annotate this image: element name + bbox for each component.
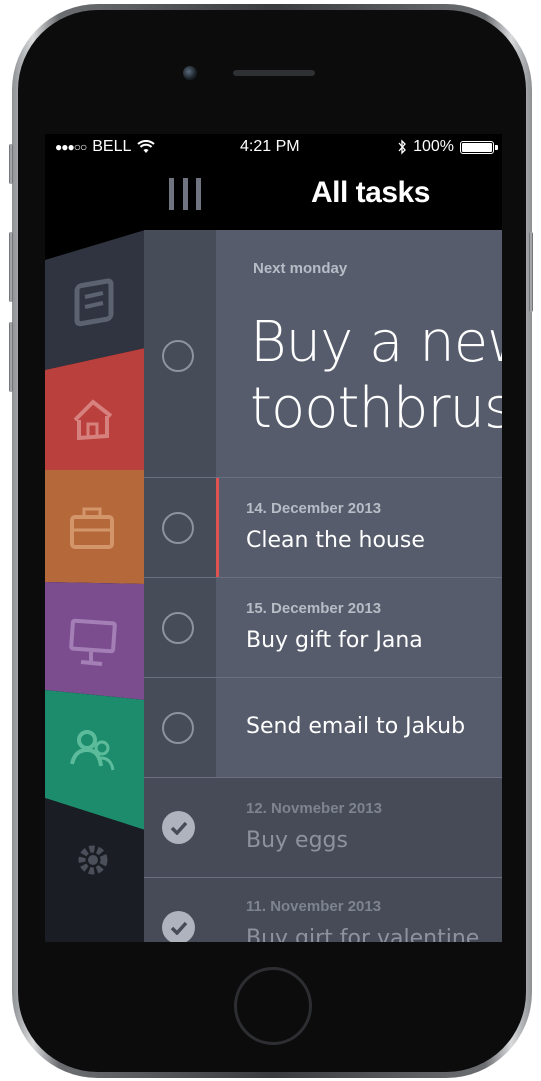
task-date: Next monday [253, 260, 348, 277]
volume-up-button [9, 232, 13, 302]
task-title: Buy gift for Jana [246, 628, 423, 653]
sidebar-item-computer[interactable] [45, 582, 145, 700]
home-button[interactable] [234, 967, 312, 1045]
task-title: Buy girt for valentine [246, 926, 480, 942]
task-content: Send email to Jakub [216, 678, 502, 778]
task-date: 12. Novmeber 2013 [246, 800, 382, 817]
earpiece-speaker [233, 70, 315, 76]
task-title-line-2: toothbrush [250, 376, 502, 441]
task-row-completed[interactable]: 11. November 2013 Buy girt for valentine [144, 878, 502, 942]
battery-icon [460, 140, 498, 154]
carrier-name: BELL [92, 138, 132, 155]
task-check-column [144, 578, 216, 678]
task-date: 11. November 2013 [246, 898, 382, 915]
task-list: Next monday Buy a new toothbrush 14. Dec… [144, 230, 502, 942]
mute-switch [9, 144, 13, 184]
volume-down-button [9, 322, 13, 392]
task-check-column [144, 478, 216, 578]
checkbox-unchecked-icon[interactable] [162, 512, 194, 544]
wifi-icon [137, 140, 156, 153]
checkbox-unchecked-icon[interactable] [162, 712, 194, 744]
task-title: Send email to Jakub [246, 714, 466, 739]
task-row[interactable]: 15. December 2013 Buy gift for Jana [144, 578, 502, 678]
task-content: 14. December 2013 Clean the house [216, 478, 502, 578]
battery-percent: 100% [413, 138, 454, 155]
checkmark-icon[interactable] [162, 911, 195, 942]
sidebar-item-notes[interactable] [45, 230, 145, 370]
task-check-column [144, 230, 216, 478]
nav-bar: All tasks [45, 160, 502, 230]
task-content: Next monday Buy a new toothbrush [216, 230, 502, 478]
power-button [529, 232, 533, 312]
task-content: 15. December 2013 Buy gift for Jana [216, 578, 502, 678]
task-title-featured: Buy a new toothbrush [250, 310, 502, 442]
bluetooth-icon [398, 139, 406, 155]
status-bar: ●●●○○ BELL 4:21 PM 100% [45, 134, 502, 160]
checkbox-unchecked-icon[interactable] [162, 340, 194, 372]
task-title: Buy eggs [246, 828, 348, 853]
task-row[interactable]: Send email to Jakub [144, 678, 502, 778]
task-row[interactable]: 14. December 2013 Clean the house [144, 478, 502, 578]
task-content: 11. November 2013 Buy girt for valentine [216, 878, 502, 942]
task-check-column [144, 678, 216, 778]
checkbox-unchecked-icon[interactable] [162, 612, 194, 644]
task-check-column [144, 778, 216, 878]
page-title: All tasks [311, 176, 430, 209]
status-time: 4:21 PM [240, 138, 300, 155]
gear-icon [78, 845, 108, 875]
front-camera [183, 66, 197, 80]
task-row[interactable]: Next monday Buy a new toothbrush [144, 230, 502, 478]
task-check-column [144, 878, 216, 942]
checkmark-icon[interactable] [162, 811, 195, 844]
task-date: 15. December 2013 [246, 600, 382, 617]
task-date: 14. December 2013 [246, 500, 382, 517]
task-row-completed[interactable]: 12. Novmeber 2013 Buy eggs [144, 778, 502, 878]
task-title-line-1: Buy a new [250, 310, 502, 375]
signal-strength: ●●●○○ [55, 140, 87, 154]
menu-toggle-icon[interactable] [169, 178, 201, 210]
priority-indicator [216, 478, 219, 578]
task-content: 12. Novmeber 2013 Buy eggs [216, 778, 502, 878]
app-screen: ●●●○○ BELL 4:21 PM 100% All tasks Next m… [45, 134, 502, 942]
task-title: Clean the house [246, 528, 425, 553]
sidebar-item-work[interactable] [45, 470, 145, 584]
category-sidebar [45, 230, 145, 942]
